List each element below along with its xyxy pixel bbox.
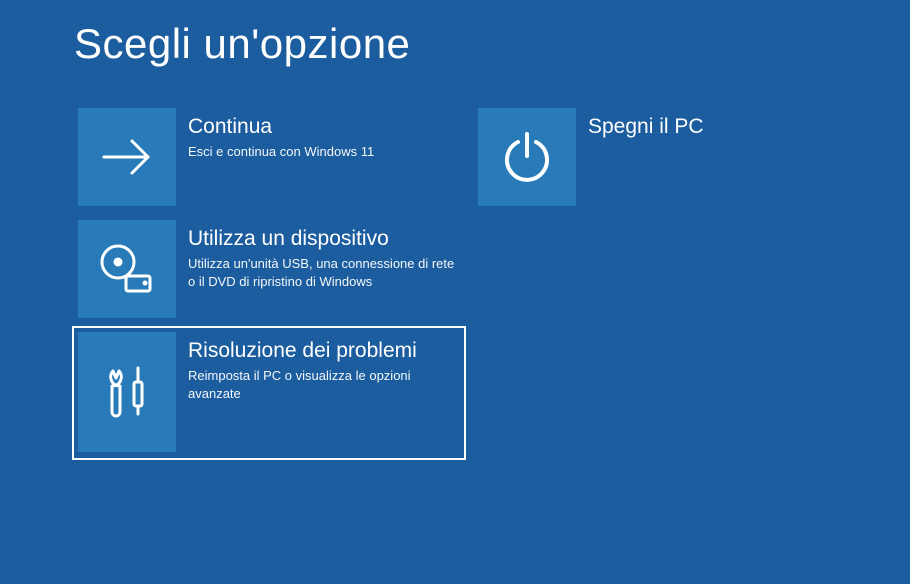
use-device-desc: Utilizza un'unità USB, una connessione d… [188,255,456,290]
shutdown-tile[interactable]: Spegni il PC [474,104,836,210]
page-title: Scegli un'opzione [74,20,836,68]
row-2: Utilizza un dispositivo Utilizza un'unit… [74,216,836,322]
continue-title: Continua [188,114,428,139]
arrow-right-icon [78,108,176,206]
tile-grid: Continua Esci e continua con Windows 11 [74,104,836,458]
shutdown-title: Spegni il PC [588,114,828,139]
use-device-tile[interactable]: Utilizza un dispositivo Utilizza un'unit… [74,216,464,322]
power-icon [478,108,576,206]
choose-option-screen: Scegli un'opzione Continua Esci e contin… [0,0,910,478]
troubleshoot-title: Risoluzione dei problemi [188,338,456,363]
troubleshoot-tile[interactable]: Risoluzione dei problemi Reimposta il PC… [74,328,464,458]
device-disc-icon [78,220,176,318]
troubleshoot-desc: Reimposta il PC o visualizza le opzioni … [188,367,456,402]
use-device-title: Utilizza un dispositivo [188,226,456,251]
continue-desc: Esci e continua con Windows 11 [188,143,428,161]
row-1: Continua Esci e continua con Windows 11 [74,104,836,210]
continue-tile[interactable]: Continua Esci e continua con Windows 11 [74,104,436,210]
row-3: Risoluzione dei problemi Reimposta il PC… [74,328,836,458]
tools-icon [78,332,176,452]
